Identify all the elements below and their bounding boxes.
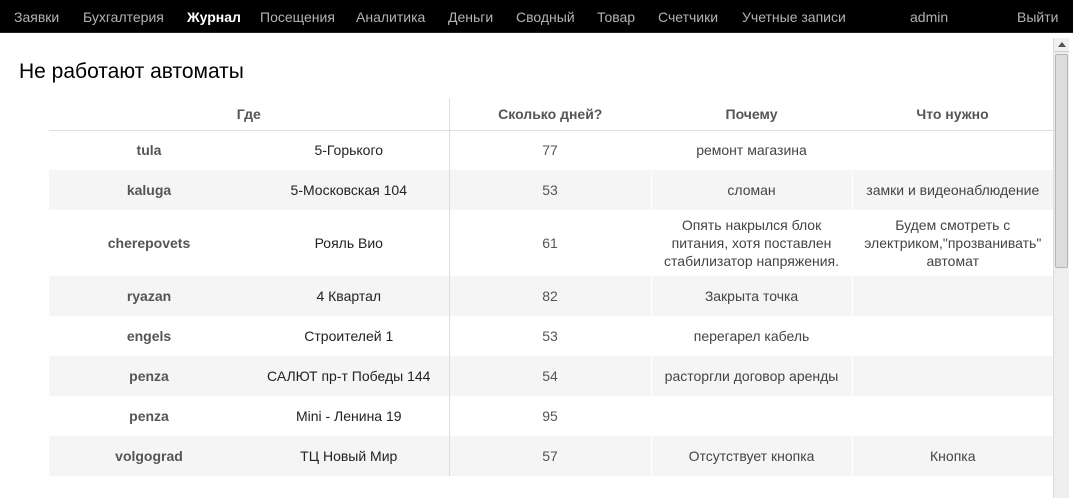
scroll-up-arrow-icon[interactable] [1054,38,1069,52]
column-header-days: Сколько дней? [448,98,652,131]
logout-link[interactable]: Выйти [1017,0,1058,33]
cell-days: 57 [448,436,652,476]
cell-days: 53 [448,316,652,356]
table-row: cherepovets Рояль Вио 61 Опять накрылся … [49,210,1054,276]
cell-address: Mini - Ленина 19 [295,408,402,424]
user-name-link[interactable]: admin [910,0,948,33]
cell-days: 54 [448,356,652,396]
broken-machines-table: Где Сколько дней? Почему Что нужно tula … [49,98,1054,476]
cell-city: penza [129,408,169,424]
vertical-scrollbar[interactable] [1053,38,1069,498]
cell-reason: перегарел кабель [650,316,853,356]
cell-reason: сломан [650,170,853,210]
nav-item-uchetnye-zapisi[interactable]: Учетные записи [742,0,846,33]
cell-city: cherepovets [107,235,191,251]
scrollbar-thumb[interactable] [1055,54,1068,268]
table-row: penza Mini - Ленина 19 95 [49,396,1054,436]
nav-item-zayavki[interactable]: Заявки [14,0,59,33]
cell-reason: расторгли договор аренды [650,356,853,396]
cell-address: ТЦ Новый Мир [249,436,450,476]
table-row: volgograd ТЦ Новый Мир 57 Отсутствует кн… [49,436,1054,476]
table-row: engels Строителей 1 53 перегарел кабель [49,316,1054,356]
table-row: penza САЛЮТ пр-т Победы 144 54 расторгли… [49,356,1054,396]
cell-days: 82 [448,276,652,316]
cell-address: Строителей 1 [304,328,394,344]
top-navigation-bar: Заявки Бухгалтерия Журнал Посещения Анал… [0,0,1073,33]
cell-reason: ремонт магазина [650,130,853,170]
nav-item-svodnyi[interactable]: Сводный [516,0,575,33]
cell-reason: Закрыта точка [650,276,853,316]
nav-item-tovar[interactable]: Товар [597,0,635,33]
cell-need: Кнопка [851,436,1054,476]
cell-need [851,130,1054,170]
cell-days: 53 [448,170,652,210]
cell-need [851,356,1054,396]
cell-address: 5-Московская 104 [249,170,450,210]
cell-need [851,316,1054,356]
cell-days: 95 [448,396,652,436]
table-header-row: Где Сколько дней? Почему Что нужно [49,98,1054,131]
nav-item-poseshcheniya[interactable]: Посещения [260,0,335,33]
cell-reason: Опять накрылся блок питания, хотя постав… [650,210,853,276]
page-title: Не работают автоматы [19,60,244,83]
nav-item-zhurnal[interactable]: Журнал [187,0,241,33]
cell-days: 77 [448,130,652,170]
cell-city: volgograd [49,436,249,476]
cell-city: engels [126,328,172,344]
cell-city: tula [136,142,162,159]
column-header-where: Где [49,98,450,131]
cell-address: САЛЮТ пр-т Победы 144 [249,356,450,396]
cell-address: Рояль Вио [314,235,383,251]
cell-reason: Отсутствует кнопка [650,436,853,476]
nav-item-dengi[interactable]: Деньги [448,0,493,33]
cell-need: замки и видеонаблюдение [851,170,1054,210]
nav-item-buhgalteriya[interactable]: Бухгалтерия [83,0,164,33]
table-row: tula 5-Горького 77 ремонт магазина [49,130,1054,170]
cell-address: 4 Квартал [249,276,450,316]
table-row: ryazan 4 Квартал 82 Закрыта точка [49,276,1054,316]
cell-days: 61 [448,210,652,276]
table-row: kaluga 5-Московская 104 53 сломан замки … [49,170,1054,210]
cell-need [851,276,1054,316]
nav-item-schetchiki[interactable]: Счетчики [658,0,718,33]
cell-city: kaluga [49,170,249,210]
cell-reason [650,396,853,436]
cell-address: 5-Горького [314,142,384,159]
cell-need [851,396,1054,436]
cell-city: ryazan [49,276,249,316]
column-header-reason: Почему [651,98,853,131]
cell-need: Будем смотреть с электриком,"прозваниват… [851,210,1054,276]
nav-item-analitika[interactable]: Аналитика [356,0,425,33]
cell-city: penza [49,356,249,396]
column-header-need: Что нужно [852,98,1054,131]
